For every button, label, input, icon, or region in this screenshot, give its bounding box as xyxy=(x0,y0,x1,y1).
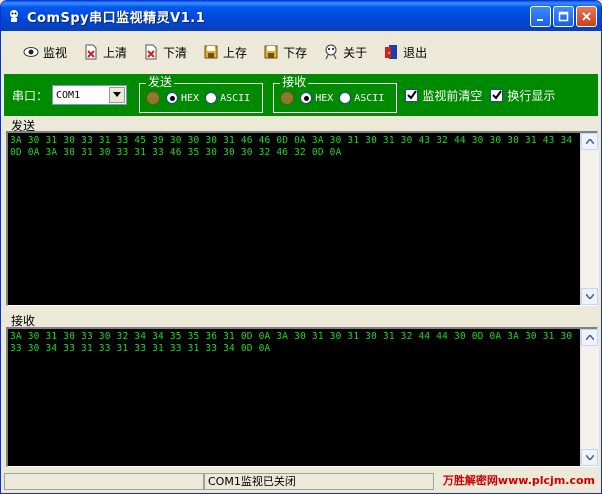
save-top-label: 上存 xyxy=(223,45,248,60)
window-title: ComSpy串口监视精灵V1.1 xyxy=(27,10,206,26)
send-led-indicator xyxy=(146,91,161,105)
port-label: 串口： xyxy=(12,88,49,103)
clear-doc-icon xyxy=(85,44,97,60)
save-bottom-label: 下存 xyxy=(283,45,308,60)
recv-ascii-label: ASCII xyxy=(354,92,385,104)
checkmark-icon xyxy=(490,88,504,102)
send-data-text: 3A 30 31 30 33 31 33 45 39 30 30 30 31 4… xyxy=(10,135,579,158)
settings-panel: 串口： COM1 发送 HEX ASCII 接收 HEX ASCII 监视前清空… xyxy=(4,74,598,116)
app-icon xyxy=(6,8,22,24)
clear-top-label: 上清 xyxy=(103,45,128,60)
recv-scrollbar[interactable] xyxy=(580,329,598,466)
maximize-icon xyxy=(558,11,569,22)
window-controls xyxy=(530,6,597,27)
watermark-text: 万胜解密网www.plcjm.com xyxy=(442,474,595,487)
scroll-down-button[interactable] xyxy=(581,288,598,305)
about-button[interactable]: 关于 xyxy=(315,39,375,65)
port-value: COM1 xyxy=(56,89,81,101)
exit-button[interactable]: 退出 xyxy=(375,39,435,65)
scroll-down-button[interactable] xyxy=(581,449,598,466)
recv-hex-radio[interactable]: HEX xyxy=(300,92,333,104)
minimize-button[interactable] xyxy=(530,6,551,27)
toolbar: 监视 上清 下清 上存 下存 关于 退出 xyxy=(1,31,601,73)
wrap-display-label: 换行显示 xyxy=(507,88,556,103)
clear-bottom-button[interactable]: 下清 xyxy=(135,39,195,65)
recv-group-title: 接收 xyxy=(280,75,309,89)
status-cell-empty xyxy=(4,472,204,490)
chevron-up-icon xyxy=(585,335,594,340)
floppy-icon xyxy=(264,45,278,59)
clear-top-button[interactable]: 上清 xyxy=(75,39,135,65)
send-ascii-radio[interactable]: ASCII xyxy=(205,92,250,104)
maximize-button[interactable] xyxy=(553,6,574,27)
send-hex-label: HEX xyxy=(181,92,200,104)
dropdown-arrow[interactable] xyxy=(109,87,126,103)
chevron-down-icon xyxy=(585,294,594,299)
send-ascii-label: ASCII xyxy=(220,92,251,104)
about-label: 关于 xyxy=(343,45,368,60)
status-message: COM1监视已关闭 xyxy=(204,472,434,490)
clear-before-monitor-checkbox[interactable]: 监视前清空 xyxy=(405,87,482,104)
monitor-label: 监视 xyxy=(43,45,68,60)
radio-dot xyxy=(300,92,313,104)
chevron-down-icon xyxy=(585,455,594,460)
recv-hex-label: HEX xyxy=(315,92,334,104)
recv-led-indicator xyxy=(280,91,295,105)
title-bar[interactable]: ComSpy串口监视精灵V1.1 xyxy=(1,1,601,31)
chevron-down-icon xyxy=(113,92,122,97)
save-top-button[interactable]: 上存 xyxy=(195,39,255,65)
save-bottom-button[interactable]: 下存 xyxy=(255,39,315,65)
send-format-group: 发送 HEX ASCII xyxy=(139,75,264,113)
recv-format-group: 接收 HEX ASCII xyxy=(273,75,398,113)
minimize-icon xyxy=(537,19,543,21)
monitor-button[interactable]: 监视 xyxy=(15,39,75,65)
port-select[interactable]: COM1 xyxy=(52,85,128,105)
radio-dot xyxy=(339,92,352,104)
recv-textarea[interactable]: 3A 30 31 30 33 30 32 34 34 35 35 36 31 0… xyxy=(6,327,598,467)
clear-doc-icon xyxy=(145,44,157,60)
close-button[interactable] xyxy=(576,6,597,27)
clear-before-monitor-label: 监视前清空 xyxy=(422,88,483,103)
chevron-up-icon xyxy=(585,139,594,144)
wrap-display-checkbox[interactable]: 换行显示 xyxy=(490,87,555,104)
eye-icon xyxy=(23,47,39,57)
send-hex-radio[interactable]: HEX xyxy=(166,92,199,104)
main-window: ComSpy串口监视精灵V1.1 监视 上清 下清 上存 下存 关于 退出 串口… xyxy=(0,0,602,494)
exit-door-icon xyxy=(385,45,398,59)
floppy-icon xyxy=(204,45,218,59)
radio-dot xyxy=(166,92,179,104)
send-textarea[interactable]: 3A 30 31 30 33 31 33 45 39 30 30 30 31 4… xyxy=(6,131,598,306)
scroll-up-button[interactable] xyxy=(581,133,598,150)
clear-bottom-label: 下清 xyxy=(163,45,188,60)
scroll-up-button[interactable] xyxy=(581,329,598,346)
close-icon xyxy=(582,12,591,21)
send-scrollbar[interactable] xyxy=(580,133,598,305)
send-group-title: 发送 xyxy=(146,75,175,89)
checkmark-icon xyxy=(405,88,419,102)
mascot-icon xyxy=(325,44,337,60)
recv-ascii-radio[interactable]: ASCII xyxy=(339,92,384,104)
recv-data-text: 3A 30 31 30 33 30 32 34 34 35 35 36 31 0… xyxy=(10,331,579,354)
exit-label: 退出 xyxy=(403,45,428,60)
radio-dot xyxy=(205,92,218,104)
